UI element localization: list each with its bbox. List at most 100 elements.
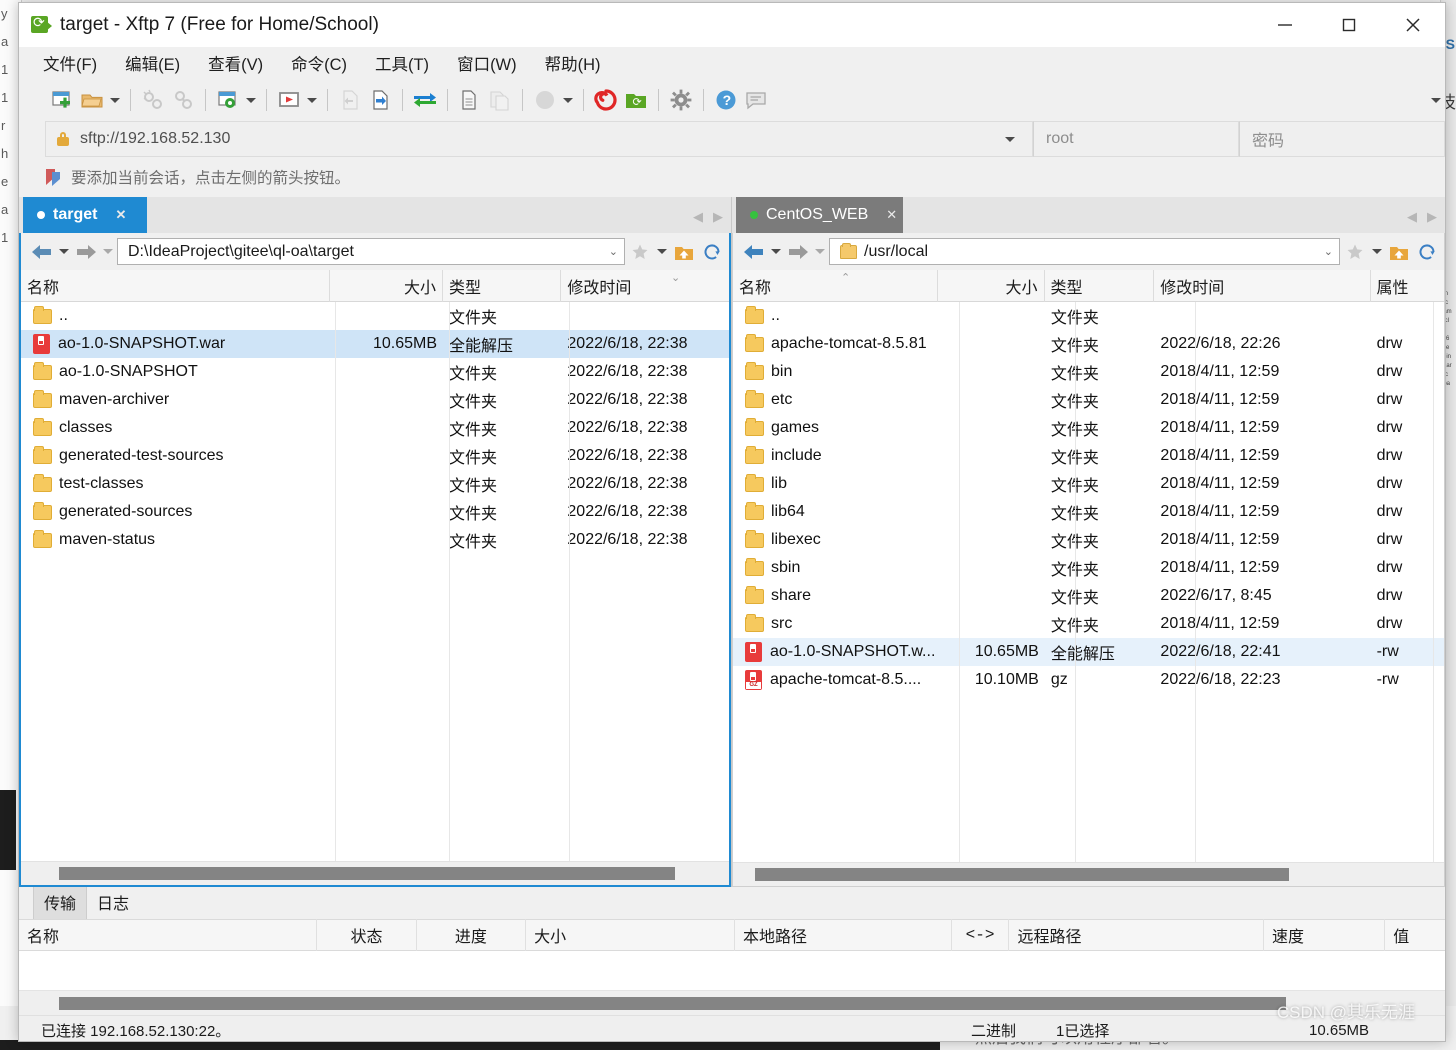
table-row[interactable]: .. 文件夹 xyxy=(21,302,729,330)
table-row[interactable]: ao-1.0-SNAPSHOT.war 10.65MB 全能解压 2022/6/… xyxy=(21,330,729,358)
table-row[interactable]: generated-test-sources 文件夹 2022/6/18, 22… xyxy=(21,442,729,470)
column-header-type[interactable]: 类型 xyxy=(1045,269,1155,302)
star-icon[interactable] xyxy=(627,239,653,265)
menu-item-tools[interactable]: 工具(T) xyxy=(375,51,429,75)
menu-item-window[interactable]: 窗口(W) xyxy=(457,51,517,75)
tab-close-icon[interactable]: ✕ xyxy=(886,207,897,223)
tab-centos-web[interactable]: CentOS_WEB ✕ xyxy=(736,197,904,233)
remote-file-list[interactable]: .. 文件夹 apache-tomcat-8.5.81 文件夹 2022/6/1… xyxy=(733,302,1444,862)
path-dropdown-icon[interactable]: ⌄ xyxy=(1324,245,1333,258)
table-row[interactable]: etc 文件夹 2018/4/11, 12:59 drw xyxy=(733,386,1444,414)
column-header-name[interactable]: 名称 xyxy=(19,919,318,951)
tab-next-button[interactable]: ▶ xyxy=(713,209,723,225)
column-header-type[interactable]: 类型 xyxy=(443,269,562,302)
tab-next-button[interactable]: ▶ xyxy=(1427,209,1437,225)
table-row[interactable]: maven-status 文件夹 2022/6/18, 22:38 xyxy=(21,526,729,554)
maximize-button[interactable] xyxy=(1317,3,1381,47)
scrollbar-thumb[interactable] xyxy=(59,867,675,880)
arrow-right-icon[interactable] xyxy=(73,239,99,265)
folder-up-icon[interactable] xyxy=(1386,239,1412,265)
open-folder-icon[interactable] xyxy=(77,85,107,115)
menu-item-command[interactable]: 命令(C) xyxy=(291,51,347,75)
table-row[interactable]: sbin 文件夹 2018/4/11, 12:59 drw xyxy=(733,554,1444,582)
url-dropdown-icon[interactable] xyxy=(988,122,1032,156)
tab-target[interactable]: target ✕ xyxy=(23,197,147,233)
column-header-name[interactable]: 名称 xyxy=(733,269,939,302)
forward-dropdown-icon[interactable] xyxy=(813,239,827,265)
toolbar-overflow-button[interactable] xyxy=(1431,79,1441,121)
table-row[interactable]: GZ apache-tomcat-8.5.... 10.10MB gz 2022/… xyxy=(733,666,1444,694)
paste-icon[interactable] xyxy=(485,85,515,115)
arrow-left-icon[interactable] xyxy=(29,239,55,265)
tab-log[interactable]: 日志 xyxy=(87,886,139,919)
password-input[interactable]: 密码 xyxy=(1239,121,1445,157)
table-row[interactable]: classes 文件夹 2022/6/18, 22:38 xyxy=(21,414,729,442)
menu-item-help[interactable]: 帮助(H) xyxy=(545,51,601,75)
close-button[interactable] xyxy=(1381,3,1445,47)
menu-item-view[interactable]: 查看(V) xyxy=(208,51,263,75)
column-header-progress[interactable]: 进度 xyxy=(417,919,527,951)
remote-path-input[interactable]: /usr/local ⌄ xyxy=(829,238,1340,265)
table-row[interactable]: lib64 文件夹 2018/4/11, 12:59 drw xyxy=(733,498,1444,526)
table-row[interactable]: src 文件夹 2018/4/11, 12:59 drw xyxy=(733,610,1444,638)
link-icon[interactable] xyxy=(168,85,198,115)
transfer-horizontal-scrollbar[interactable] xyxy=(19,991,1445,1015)
start-transfer-dropdown-icon[interactable] xyxy=(304,85,320,115)
sync-icon[interactable] xyxy=(410,85,440,115)
column-header-remote-path[interactable]: 远程路径 xyxy=(1009,919,1264,951)
table-row[interactable]: include 文件夹 2018/4/11, 12:59 drw xyxy=(733,442,1444,470)
arrow-right-icon[interactable] xyxy=(785,239,811,265)
gear-icon[interactable] xyxy=(666,85,696,115)
back-dropdown-icon[interactable] xyxy=(769,239,783,265)
username-input[interactable]: root xyxy=(1033,121,1239,157)
table-row[interactable]: test-classes 文件夹 2022/6/18, 22:38 xyxy=(21,470,729,498)
table-row[interactable]: bin 文件夹 2018/4/11, 12:59 drw xyxy=(733,358,1444,386)
column-header-name[interactable]: 名称 xyxy=(21,269,331,302)
circle-dropdown-icon[interactable] xyxy=(560,85,576,115)
star-icon[interactable] xyxy=(1342,239,1368,265)
upload-icon[interactable] xyxy=(365,85,395,115)
open-folder-dropdown-icon[interactable] xyxy=(107,85,123,115)
table-row[interactable]: games 文件夹 2018/4/11, 12:59 drw xyxy=(733,414,1444,442)
new-session-icon[interactable] xyxy=(47,85,77,115)
column-header-size[interactable]: 大小 xyxy=(330,269,443,302)
column-header-size[interactable]: 大小 xyxy=(938,269,1045,302)
table-row[interactable]: maven-archiver 文件夹 2022/6/18, 22:38 xyxy=(21,386,729,414)
start-transfer-icon[interactable] xyxy=(274,85,304,115)
arrow-left-icon[interactable] xyxy=(741,239,767,265)
tab-transfer[interactable]: 传输 xyxy=(33,885,88,919)
column-header-attrs[interactable]: 属性 xyxy=(1371,270,1444,302)
column-header-modified[interactable]: 修改时间 xyxy=(1154,269,1371,302)
xftp-folder-icon[interactable]: ⟳ xyxy=(621,85,651,115)
table-row[interactable]: apache-tomcat-8.5.81 文件夹 2022/6/18, 22:2… xyxy=(733,330,1444,358)
table-row[interactable]: share 文件夹 2022/6/17, 8:45 drw xyxy=(733,582,1444,610)
column-header-local-path[interactable]: 本地路径 xyxy=(735,919,952,951)
copy-icon[interactable] xyxy=(455,85,485,115)
download-icon[interactable] xyxy=(335,85,365,115)
scrollbar-thumb[interactable] xyxy=(59,996,1286,1010)
table-row[interactable]: .. 文件夹 xyxy=(733,302,1444,330)
circle-icon[interactable] xyxy=(530,85,560,115)
minimize-button[interactable] xyxy=(1253,3,1317,47)
local-file-list[interactable]: .. 文件夹 ao-1.0-SNAPSHOT.war 10.65MB 全能解压 … xyxy=(21,302,729,861)
feedback-icon[interactable] xyxy=(741,85,771,115)
session-properties-dropdown-icon[interactable] xyxy=(243,85,259,115)
column-header-speed[interactable]: 速度 xyxy=(1264,919,1386,951)
disconnect-icon[interactable] xyxy=(138,85,168,115)
refresh-icon[interactable] xyxy=(1414,239,1440,265)
tab-prev-button[interactable]: ◀ xyxy=(1407,209,1417,225)
table-row[interactable]: generated-sources 文件夹 2022/6/18, 22:38 xyxy=(21,498,729,526)
menu-item-file[interactable]: 文件(F) xyxy=(43,51,97,75)
column-header-status[interactable]: 状态 xyxy=(317,919,417,951)
bookmark-dropdown-icon[interactable] xyxy=(655,239,669,265)
title-bar[interactable]: target - Xftp 7 (Free for Home/School) xyxy=(19,3,1445,47)
remote-horizontal-scrollbar[interactable] xyxy=(733,862,1444,886)
transfer-list[interactable] xyxy=(19,951,1445,991)
local-horizontal-scrollbar[interactable] xyxy=(21,861,729,885)
refresh-icon[interactable] xyxy=(699,239,725,265)
xshell-icon[interactable] xyxy=(591,85,621,115)
table-row[interactable]: libexec 文件夹 2018/4/11, 12:59 drw xyxy=(733,526,1444,554)
help-icon[interactable]: ? xyxy=(711,85,741,115)
menu-item-edit[interactable]: 编辑(E) xyxy=(125,51,180,75)
local-path-input[interactable]: D:\IdeaProject\gitee\ql-oa\target ⌄ xyxy=(117,238,625,265)
